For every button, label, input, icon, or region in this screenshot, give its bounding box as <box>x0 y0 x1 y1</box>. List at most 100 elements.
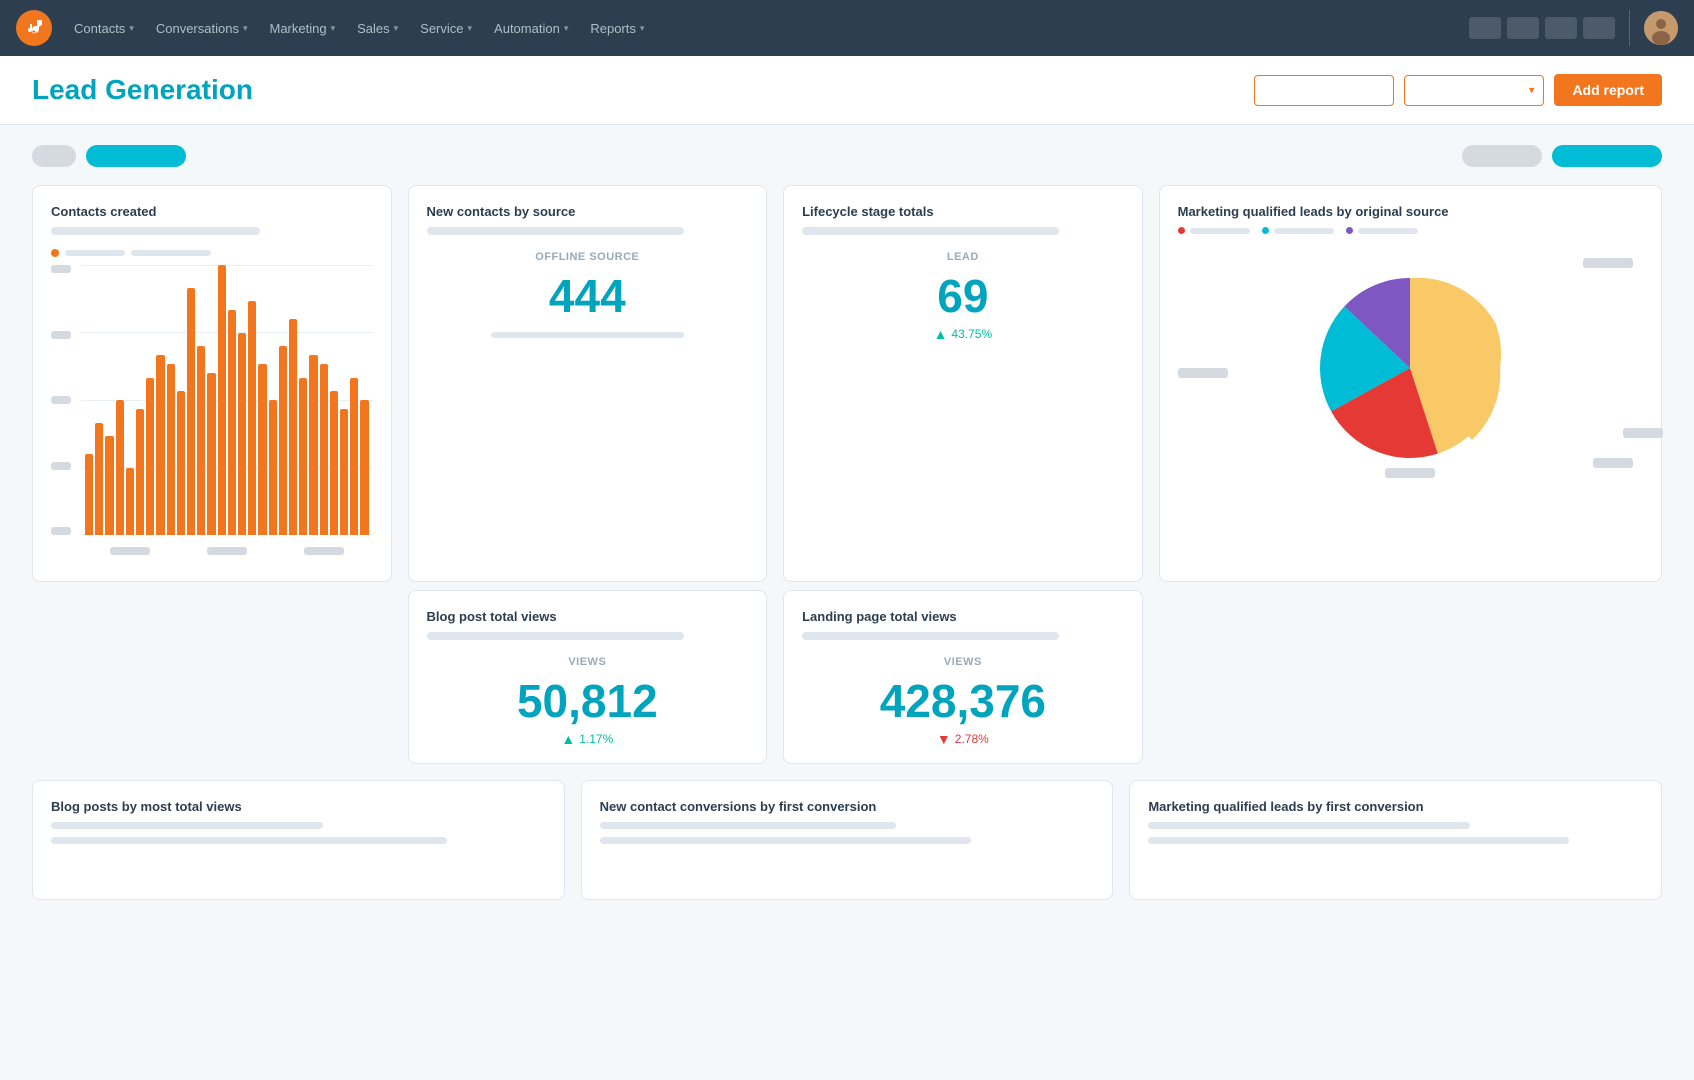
pie-label-bottom <box>1385 468 1435 478</box>
nav-action-btn-3[interactable] <box>1545 17 1577 39</box>
chevron-down-icon: ▾ <box>129 23 134 34</box>
blog-views-change: ▲ 1.17% <box>427 731 749 747</box>
y-label-4 <box>51 331 71 339</box>
bar <box>146 378 154 536</box>
y-label-5 <box>51 265 71 273</box>
legend-dot <box>51 249 59 257</box>
bottom-card-3: Marketing qualified leads by first conve… <box>1129 780 1662 900</box>
bar <box>177 391 185 535</box>
y-label-3 <box>51 396 71 404</box>
bottom-bar-3b <box>1148 837 1568 844</box>
filter-pill-grey-1[interactable] <box>32 145 76 167</box>
pie-legend-item-2 <box>1262 227 1334 234</box>
bar <box>156 355 164 535</box>
bar-chart-x-axis <box>81 537 373 565</box>
new-contacts-card: New contacts by source OFFLINE SOURCE 44… <box>408 185 768 582</box>
contacts-subtitle-bar <box>51 227 260 235</box>
pie-label-bottom-right <box>1593 458 1633 468</box>
content-area: Contacts created <box>0 125 1694 920</box>
nav-action-btn-1[interactable] <box>1469 17 1501 39</box>
nav-reports[interactable]: Reports ▾ <box>580 13 654 44</box>
bar <box>187 288 195 536</box>
landing-views-value: 428,376 <box>802 676 1124 727</box>
header-controls: Add report <box>1254 74 1662 106</box>
bar <box>299 378 307 536</box>
filter-pill-teal-1[interactable] <box>86 145 186 167</box>
bar <box>207 373 215 535</box>
bottom-card-2-title: New contact conversions by first convers… <box>600 799 1095 814</box>
bottom-bar-2a <box>600 822 897 829</box>
blog-views-title: Blog post total views <box>427 609 749 624</box>
nav-action-btn-4[interactable] <box>1583 17 1615 39</box>
blog-views-subtitle-bar <box>427 632 684 640</box>
bar <box>116 400 124 535</box>
pie-legend <box>1178 227 1643 234</box>
pie-chart-main <box>1300 258 1520 478</box>
legend-bar-2 <box>131 250 211 256</box>
page-header: Lead Generation Add report <box>0 56 1694 125</box>
bar <box>167 364 175 535</box>
mql-card: Marketing qualified leads by original so… <box>1159 185 1662 582</box>
new-contacts-title: New contacts by source <box>427 204 749 219</box>
filter-pill-teal-2[interactable] <box>1552 145 1662 167</box>
legend-bar-1 <box>65 250 125 256</box>
bar <box>136 409 144 535</box>
bottom-card-1: Blog posts by most total views <box>32 780 565 900</box>
landing-views-label: VIEWS <box>802 656 1124 668</box>
hubspot-logo <box>16 10 52 46</box>
lifecycle-title: Lifecycle stage totals <box>802 204 1124 219</box>
mql-title: Marketing qualified leads by original so… <box>1178 204 1643 219</box>
nav-conversations[interactable]: Conversations ▾ <box>146 13 258 44</box>
bar <box>309 355 317 535</box>
bar <box>238 333 246 536</box>
lifecycle-change: ▲ 43.75% <box>802 326 1124 342</box>
nav-automation[interactable]: Automation ▾ <box>484 13 578 44</box>
nav-action-btn-2[interactable] <box>1507 17 1539 39</box>
blog-views-label: VIEWS <box>427 656 749 668</box>
pie-label-top-right <box>1583 258 1633 268</box>
nav-service[interactable]: Service ▾ <box>410 13 482 44</box>
nav-sales[interactable]: Sales ▾ <box>347 13 408 44</box>
bar <box>197 346 205 535</box>
trend-up-icon: ▲ <box>934 326 948 342</box>
trend-up-icon-blog: ▲ <box>561 731 575 747</box>
contacts-created-title: Contacts created <box>51 204 373 219</box>
contacts-created-card: Contacts created <box>32 185 392 582</box>
date-range-input[interactable] <box>1254 75 1394 106</box>
new-contacts-subtitle-bar <box>427 227 684 235</box>
bar <box>340 409 348 535</box>
x-label-3 <box>304 547 344 555</box>
pie-chart-area <box>1178 248 1643 488</box>
lifecycle-stage-label: LEAD <box>802 251 1124 263</box>
nav-marketing[interactable]: Marketing ▾ <box>259 13 345 44</box>
pie-dot-2 <box>1262 227 1269 234</box>
bottom-bar-1a <box>51 822 323 829</box>
avatar[interactable] <box>1644 11 1678 45</box>
filter-select-wrapper <box>1404 75 1544 106</box>
nav-contacts[interactable]: Contacts ▾ <box>64 13 144 44</box>
x-label-1 <box>110 547 150 555</box>
page-title: Lead Generation <box>32 74 253 106</box>
bar <box>269 400 277 535</box>
filter-select[interactable] <box>1404 75 1544 106</box>
bar <box>218 265 226 535</box>
chevron-down-icon: ▾ <box>243 23 248 34</box>
chevron-down-icon: ▾ <box>640 23 645 34</box>
main-cards-grid: Contacts created <box>32 185 1662 764</box>
bottom-cards-grid: Blog posts by most total views New conta… <box>32 780 1662 900</box>
bottom-card-1-title: Blog posts by most total views <box>51 799 546 814</box>
bar <box>360 400 368 535</box>
pie-legend-bar-1 <box>1190 228 1250 234</box>
bar <box>279 346 287 535</box>
blog-views-card: Blog post total views VIEWS 50,812 ▲ 1.1… <box>408 590 768 764</box>
add-report-button[interactable]: Add report <box>1554 74 1662 106</box>
filter-pill-grey-2[interactable] <box>1462 145 1542 167</box>
blog-views-change-value: 1.17% <box>579 732 613 746</box>
chevron-down-icon: ▾ <box>468 23 473 34</box>
bar <box>126 468 134 536</box>
bar-chart-bars <box>81 265 373 535</box>
filter-left <box>32 145 186 167</box>
landing-views-title: Landing page total views <box>802 609 1124 624</box>
lifecycle-value: 69 <box>802 271 1124 322</box>
landing-views-subtitle-bar <box>802 632 1059 640</box>
